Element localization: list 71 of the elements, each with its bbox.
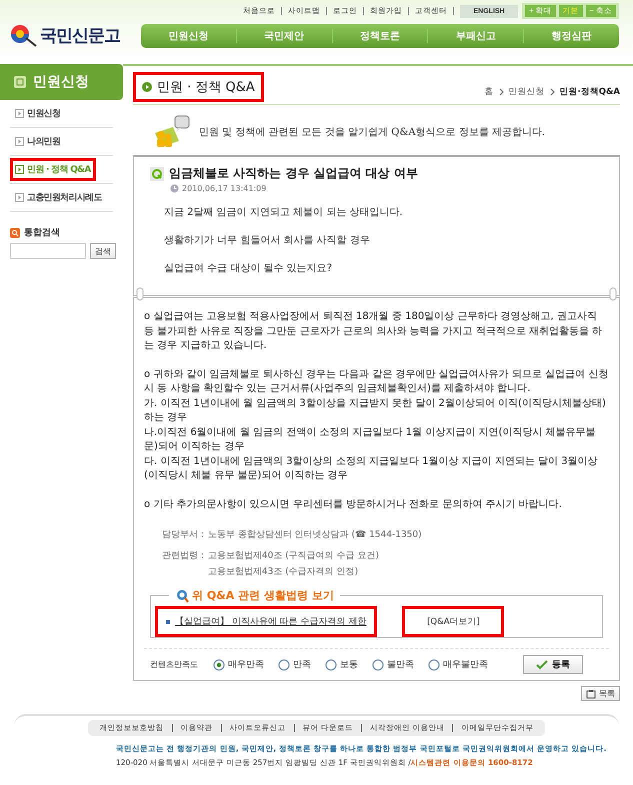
separator xyxy=(408,7,410,15)
rating-option-label: 보통 xyxy=(340,659,358,671)
department-label: 담당부서 : xyxy=(162,529,204,541)
separator xyxy=(326,7,328,15)
answer-text: 나.이직전 6월이내에 월 임금의 전액이 소정의 지급일보다 1월 이상지급이 지연(이직당시 체불유무불문)되어 이직하는 경우 xyxy=(144,426,597,454)
separator xyxy=(281,7,282,15)
search-field[interactable] xyxy=(10,243,86,259)
answer-text: o 실업급여는 고용보험 적용사업장에서 퇴직전 18개월 중 180일이상 근무하다 경영상해고, 권고사직 등 불가피한 사유로 직장을 그만둔 근로자가 근로의 의사와 능력을 가지고 적극적으로 재취업활동을 하는 경우 지급하고 있습니다. xyxy=(144,310,604,353)
question-date: 2010,06,17 13:41:09 xyxy=(182,184,266,193)
radio-button[interactable] xyxy=(213,658,225,670)
law-text: 고용보험법제43조 (수급자격의 인정) xyxy=(208,566,360,578)
radio-button[interactable] xyxy=(325,658,337,670)
breadcrumb-link[interactable]: 민원신청 xyxy=(508,86,545,98)
register-button[interactable]: 등록 xyxy=(523,655,583,674)
rating-option-label: 만족 xyxy=(293,659,311,671)
answer-text: o 기타 추가의문사항이 있으시면 우리센터를 방문하시거나 전화로 문의하여 주시기 바랍니다. xyxy=(144,498,563,512)
separator xyxy=(220,724,222,732)
chevron-icon xyxy=(550,88,555,96)
radio-button[interactable] xyxy=(278,658,290,670)
play-icon xyxy=(142,82,152,92)
department-text: 노동부 종합상담센터 인터넷상담과 (☎ 1544-1350) xyxy=(208,529,422,541)
rating-option-label: 불만족 xyxy=(387,659,414,671)
rating-label: 컨텐츠만족도 xyxy=(150,659,198,670)
bullet-icon xyxy=(15,109,24,118)
search-label: 통합검색 xyxy=(24,227,60,239)
list-button[interactable]: 목록 xyxy=(581,686,620,701)
rating-option-label: 매우불만족 xyxy=(443,659,488,671)
page-title: 민원 · 정책 Q&A xyxy=(133,72,264,102)
separator xyxy=(361,724,362,732)
separator xyxy=(363,7,364,15)
question-text: 실업급여 수급 대상이 될수 있는지요? xyxy=(164,262,334,275)
bullet-icon xyxy=(166,620,170,624)
sidebar-title: 민원신청 xyxy=(33,73,89,91)
related-title: 위 Q&A 관련 생활법령 보기 xyxy=(192,588,334,603)
breadcrumb-link[interactable]: 홈 xyxy=(484,86,494,98)
search-button[interactable]: 검색 xyxy=(90,243,116,259)
sidebar-item[interactable]: 나의민원 xyxy=(10,130,66,153)
sidebar-item[interactable]: 고충민원처리사례도 xyxy=(10,186,107,209)
rating-option-label: 매우만족 xyxy=(228,659,264,671)
separator xyxy=(294,724,295,732)
answer-text: 다. 이직전 1년이내에 임금액의 3할이상의 소정의 지급일보다 1월이상 지급이 지연되는 달이 3월이상(이직당시 체불 유무 불문)되어 이직하는 경우 xyxy=(144,454,599,483)
separator xyxy=(452,724,454,732)
more-qa-link[interactable]: [Q&A더보기] xyxy=(427,616,480,628)
clock-icon xyxy=(170,184,179,193)
document-icon xyxy=(13,75,27,89)
laws-label: 관련법령 : xyxy=(162,550,204,563)
logo-text[interactable]: 국민신문고 xyxy=(40,24,120,46)
sidebar-item[interactable]: 민원신청 xyxy=(10,102,66,125)
breadcrumb-link[interactable]: 민원·정책Q&A xyxy=(560,86,620,98)
separator xyxy=(453,7,454,15)
clipboard-icon xyxy=(586,688,596,698)
radio-button[interactable] xyxy=(428,658,440,670)
question-text: 지금 2달째 임금이 지연되고 체불이 되는 상태입니다. xyxy=(164,206,404,219)
intro-text: 민원 및 정책에 관련된 모든 것을 알기쉽게 Q&A형식으로 정보를 제공합니다. xyxy=(199,126,546,139)
magnifier-icon xyxy=(175,588,189,602)
chevron-icon xyxy=(498,88,504,96)
law-text: 고용보험법제40조 (구직급여의 수급 요건) xyxy=(208,550,379,562)
answer-text: o 귀하와 같이 임금체불로 퇴사하신 경우는 다음과 같은 경우에만 실업급여사유가 되므로 실업급여 신청시 동 사항을 확인할수 있는 근거서류(사업주의 임금체불확인서)를 제출하셔야 합니다. xyxy=(144,368,609,396)
bullet-icon xyxy=(15,193,24,202)
bullet-icon xyxy=(15,137,24,146)
question-title: 임금체불로 사직하는 경우 실업급여 대상 여부 xyxy=(169,165,418,182)
related-law-link[interactable]: 【실업급여】 이직사유에 따른 수급자격의 제한 xyxy=(175,615,366,628)
radio-button[interactable] xyxy=(372,658,384,670)
logo-icon xyxy=(8,23,38,47)
separator xyxy=(172,724,173,732)
answer-text: 가. 이직전 1년이내에 월 임금액의 3할이상을 지급받지 못한 달이 2월이상되어 이직(이직당시체불상태)하는 경우 xyxy=(144,396,607,425)
q-letter-icon xyxy=(150,166,164,180)
question-text: 생활하기가 너무 힘들어서 회사를 사직할 경우 xyxy=(164,234,371,247)
search-icon xyxy=(10,228,20,238)
bullet-icon xyxy=(15,165,24,174)
check-icon xyxy=(536,660,548,670)
